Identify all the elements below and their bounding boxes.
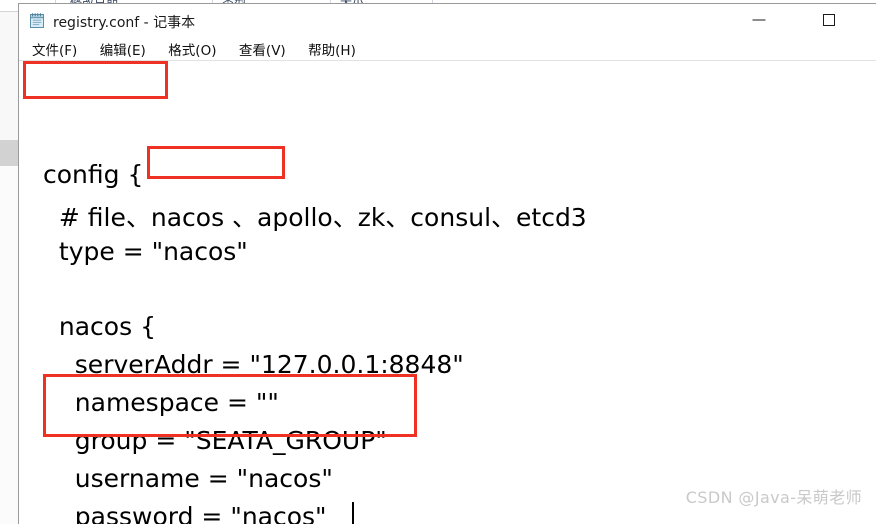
menu-item-help[interactable]: 帮助(H) (299, 37, 365, 61)
watermark-text: CSDN @Java-呆萌老师 (685, 488, 862, 507)
menu-bar: 文件(F) 编辑(E) 格式(O) 查看(V) 帮助(H) (19, 37, 876, 61)
code-line: username = "nacos" (43, 464, 333, 493)
background-panel-upper (0, 12, 18, 140)
code-line: serverAddr = "127.0.0.1:8848" (43, 350, 464, 379)
text-editor-area[interactable]: config { # file、nacos 、apollo、zk、consul、… (19, 61, 876, 524)
notepad-window: registry.conf - 记事本 文件(F) 编辑(E) 格式(O) 查看… (18, 3, 876, 524)
background-panel-selected (0, 140, 18, 166)
code-line: type = "nacos" (43, 237, 248, 266)
background-panel-lower (0, 166, 18, 524)
code-line: group = "SEATA_GROUP" (43, 426, 387, 455)
notepad-icon (30, 13, 44, 28)
menu-item-format[interactable]: 格式(O) (159, 37, 225, 61)
maximize-icon (823, 13, 835, 26)
annotation-box-type-value (147, 146, 285, 179)
annotation-box-config-open (23, 61, 168, 99)
window-title: registry.conf - 记事本 (53, 15, 196, 31)
menu-item-file[interactable]: 文件(F) (23, 37, 86, 61)
screenshot-root: 修改日期 类型 大小 registry. (0, 0, 876, 524)
code-line: # file、nacos 、apollo、zk、consul、etcd3 (43, 203, 587, 232)
window-titlebar[interactable]: registry.conf - 记事本 (19, 4, 876, 37)
minimize-icon (752, 19, 766, 20)
code-line: password = "nacos" (43, 502, 327, 524)
maximize-button[interactable] (806, 4, 852, 35)
minimize-button[interactable] (736, 4, 782, 35)
menu-item-edit[interactable]: 编辑(E) (91, 37, 155, 61)
menu-item-view[interactable]: 查看(V) (230, 37, 295, 61)
code-line: namespace = "" (43, 388, 279, 417)
text-caret (352, 502, 354, 524)
code-line: config { (43, 160, 144, 189)
code-line: nacos { (43, 312, 156, 341)
